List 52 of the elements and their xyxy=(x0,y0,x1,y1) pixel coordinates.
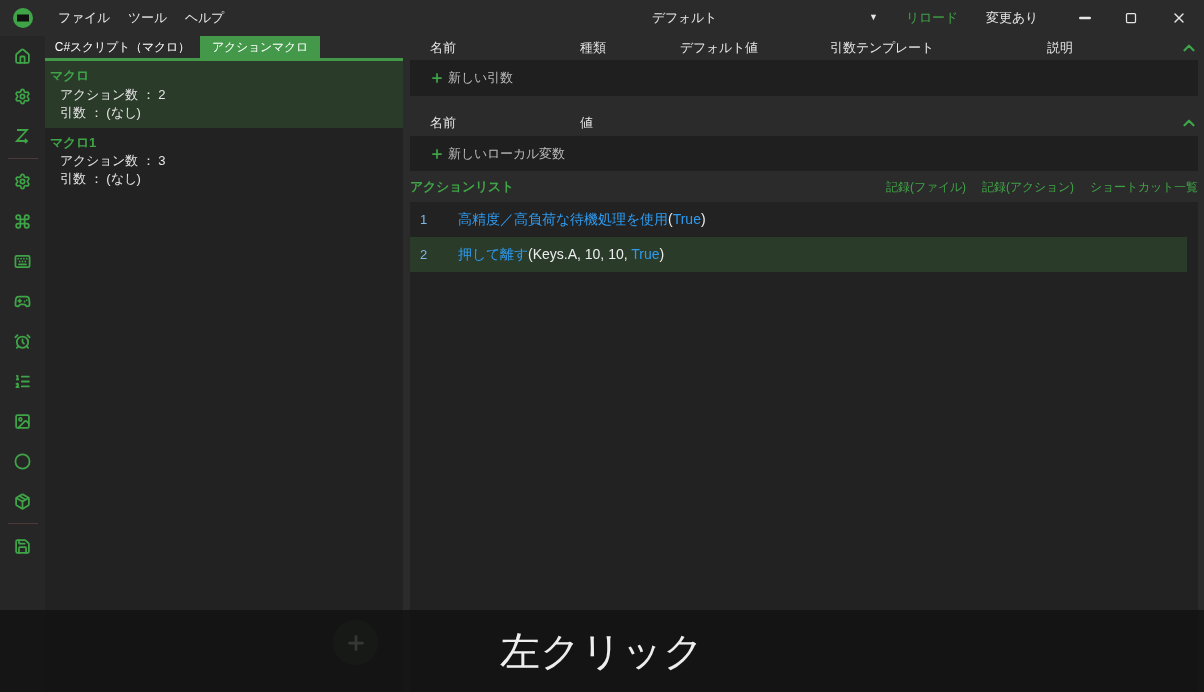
new-argument-button[interactable]: 新しい引数 xyxy=(410,60,1198,96)
column-header: 説明 xyxy=(1047,39,1074,58)
macro-item[interactable]: マクロ1 アクション数 ： 3 引数 ： (なし) xyxy=(45,127,403,194)
row-number: 2 xyxy=(419,245,429,264)
image-icon xyxy=(14,412,31,430)
plus-icon xyxy=(430,71,444,85)
caption-text: 左クリック xyxy=(500,628,704,675)
home-icon xyxy=(14,47,31,65)
circle-icon xyxy=(14,452,31,470)
column-header: 値 xyxy=(580,114,594,133)
tab[interactable]: C#スクリプト（マクロ） xyxy=(45,36,200,58)
save-icon xyxy=(14,537,31,555)
status-text: 変更あり xyxy=(986,9,1038,28)
action-text: 押して離す(Keys.A, 10, 10, True) xyxy=(458,245,665,264)
maximize-icon xyxy=(1125,12,1137,24)
action-list-link[interactable]: 記録(アクション) xyxy=(982,177,1074,196)
macro-detail: アクション数 ： 2 xyxy=(60,85,167,104)
profile-dropdown[interactable]: デフォルト ▼ xyxy=(628,8,878,28)
action-row[interactable]: 2 押して離す(Keys.A, 10, 10, True) xyxy=(410,237,1187,272)
macro-detail: 引数 ： (なし) xyxy=(60,170,142,188)
keyboard-icon xyxy=(14,252,31,270)
action-list-link[interactable]: ショートカット一覧 xyxy=(1090,177,1198,196)
menu-item[interactable]: ツール xyxy=(119,4,176,32)
tab[interactable]: アクションマクロ xyxy=(200,36,320,58)
menu-item[interactable]: ヘルプ xyxy=(176,4,233,32)
action-list-title: アクションリスト xyxy=(410,177,515,196)
action-text: 高精度／高負荷な待機処理を使用(True) xyxy=(458,210,706,229)
app-logo-icon xyxy=(12,8,33,28)
settings-icon xyxy=(14,87,31,105)
row-number: 1 xyxy=(419,210,429,229)
numbered-list-icon xyxy=(14,372,31,390)
column-header: 名前 xyxy=(430,39,457,58)
box-icon xyxy=(14,492,31,510)
z-arrow-icon xyxy=(14,128,31,144)
macro-detail: アクション数 ： 3 xyxy=(60,152,167,170)
column-header: デフォルト値 xyxy=(680,39,759,58)
action-row[interactable]: 1 高精度／高負荷な待機処理を使用(True) xyxy=(410,202,1187,237)
column-header: 種類 xyxy=(580,39,607,58)
column-header: 名前 xyxy=(430,114,457,133)
column-header: 引数テンプレート xyxy=(830,39,935,58)
settings-icon xyxy=(14,172,31,190)
macro-detail: 引数 ： (なし) xyxy=(60,103,142,122)
menu-item[interactable]: ファイル xyxy=(49,4,119,32)
alarm-clock-icon xyxy=(14,332,31,350)
macro-name: マクロ1 xyxy=(50,133,98,152)
plus-icon xyxy=(430,146,444,161)
action-list-link[interactable]: 記録(ファイル) xyxy=(886,177,966,196)
new-local-variable-button[interactable]: 新しいローカル変数 xyxy=(410,136,1198,171)
macro-item[interactable]: マクロ アクション数 ： 2 引数 ： (なし) xyxy=(45,61,403,128)
command-icon xyxy=(14,212,31,230)
macro-name: マクロ xyxy=(50,67,90,85)
reload-button[interactable]: リロード xyxy=(898,8,966,28)
